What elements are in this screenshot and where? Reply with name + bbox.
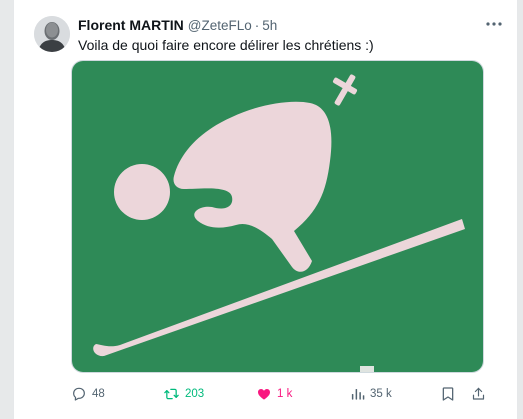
- ski-sign-image: [72, 61, 483, 372]
- views-count: 35 k: [370, 388, 392, 400]
- avatar-photo: [34, 16, 70, 52]
- heart-icon: [258, 389, 270, 400]
- more-horizontal-icon: [486, 22, 502, 26]
- reply-count: 48: [92, 388, 105, 400]
- tweet-header: Florent MARTIN @ZeteFLo · 5h: [78, 16, 503, 34]
- tweet-media-image[interactable]: [71, 60, 484, 373]
- avatar[interactable]: [34, 16, 70, 52]
- share-icon: [472, 387, 485, 400]
- views-icon: [351, 389, 365, 400]
- tweet-actions-bar: 48 203 1 k 35 k: [71, 383, 491, 405]
- more-options-button[interactable]: [483, 14, 505, 34]
- tweet-text: Voila de quoi faire encore délirer les c…: [78, 37, 374, 53]
- views-button[interactable]: 35 k: [350, 383, 392, 405]
- tweet-card[interactable]: Florent MARTIN @ZeteFLo · 5h Voila de qu…: [13, 0, 518, 419]
- author-name[interactable]: Florent MARTIN: [78, 17, 184, 33]
- repost-count: 203: [185, 388, 205, 400]
- like-button[interactable]: 1 k: [256, 383, 292, 405]
- bookmark-button[interactable]: [441, 383, 455, 405]
- bookmark-icon: [442, 387, 454, 401]
- share-button[interactable]: [471, 383, 486, 405]
- repost-icon: [164, 388, 179, 400]
- like-count: 1 k: [277, 388, 293, 400]
- reply-button[interactable]: 48: [71, 383, 105, 405]
- timestamp[interactable]: 5h: [262, 18, 277, 33]
- repost-button[interactable]: 203: [163, 383, 204, 405]
- skier-head: [114, 164, 170, 220]
- reply-icon: [73, 387, 85, 401]
- separator-dot: ·: [254, 17, 260, 33]
- author-handle[interactable]: @ZeteFLo: [188, 18, 252, 33]
